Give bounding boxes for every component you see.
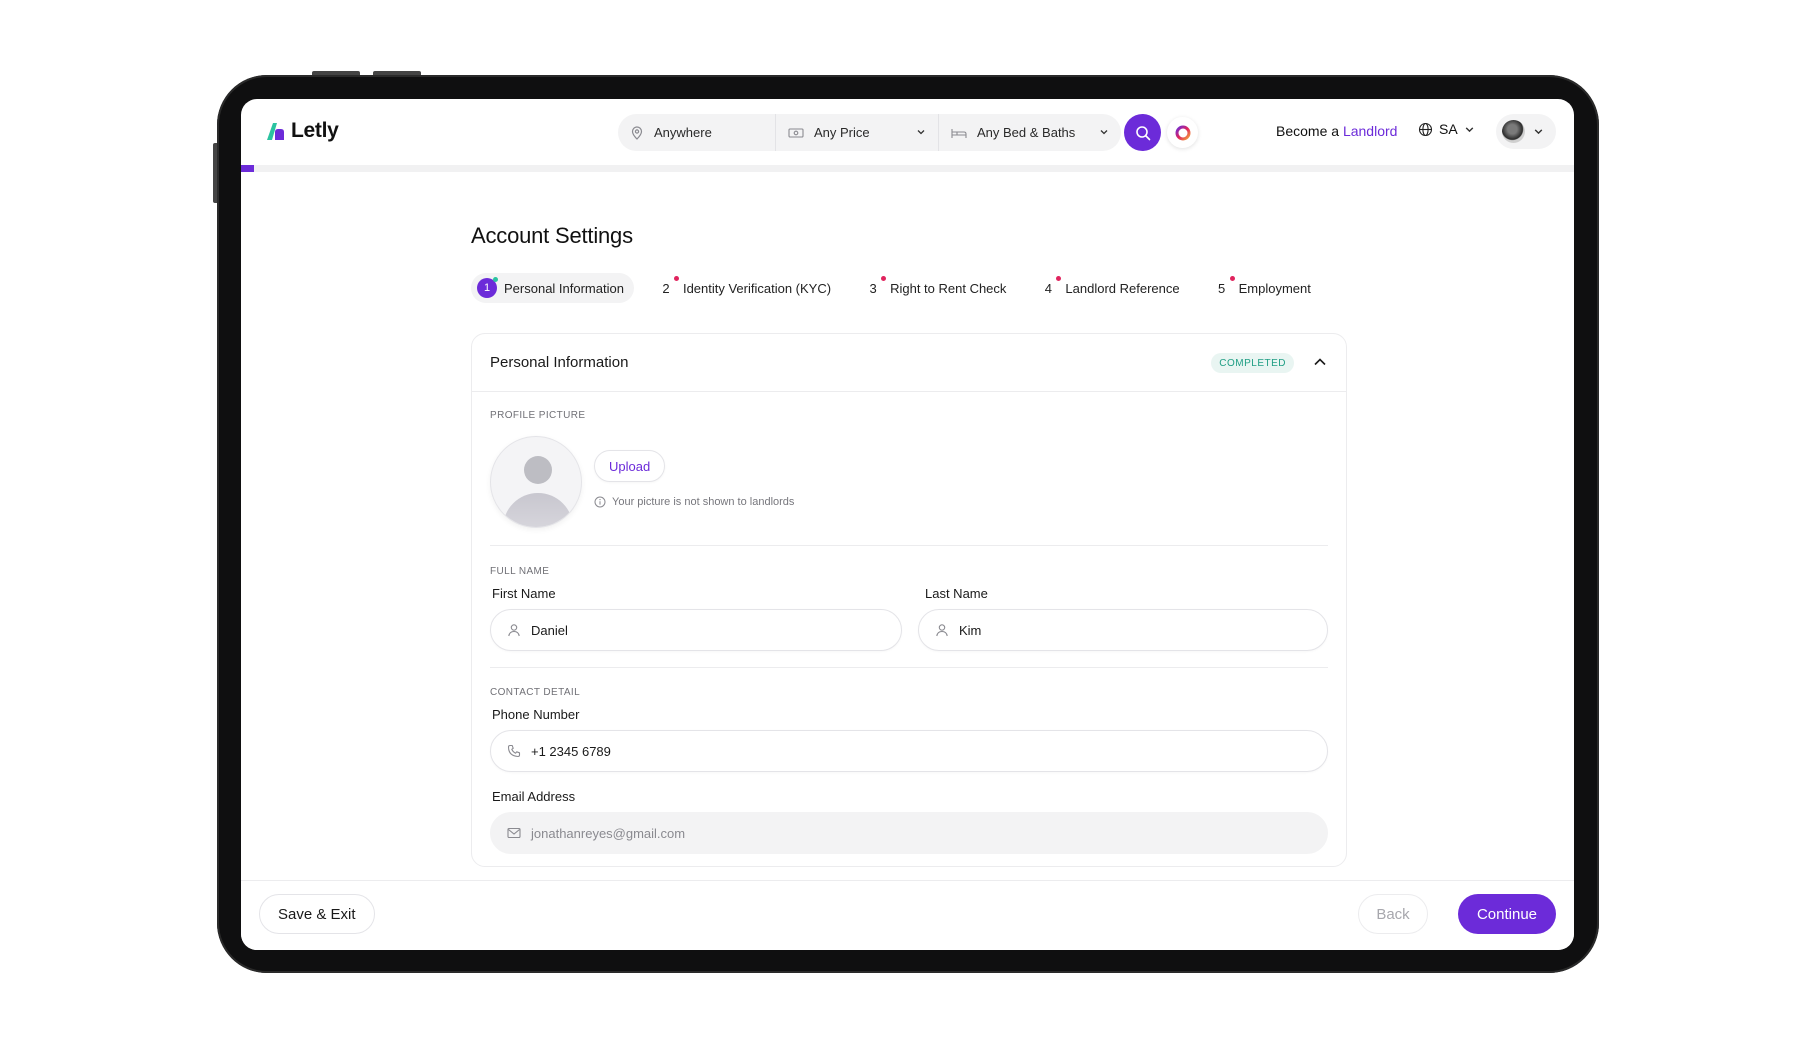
user-icon <box>508 624 520 637</box>
status-dot-pending <box>1056 276 1062 281</box>
phone-field[interactable]: +1 2345 6789 <box>490 730 1328 772</box>
location-label: Anywhere <box>654 125 712 140</box>
divider <box>490 667 1328 668</box>
avatar-head <box>524 456 552 484</box>
language-selector[interactable]: SA <box>1418 121 1475 137</box>
become-landlord-link[interactable]: Become a Landlord <box>1276 123 1397 139</box>
gradient-ring-icon <box>1175 125 1190 140</box>
email-label: Email Address <box>492 789 576 804</box>
last-name-value: Kim <box>959 622 982 638</box>
contact-detail-label: CONTACT DETAIL <box>490 687 581 698</box>
step-number: 4 <box>1038 276 1062 298</box>
progress-fill <box>241 165 254 172</box>
first-name-field[interactable]: Daniel <box>490 609 902 651</box>
save-exit-button[interactable]: Save & Exit <box>259 894 375 934</box>
progress-track <box>241 165 1574 172</box>
step-tab[interactable]: 3 Right to Rent Check <box>857 273 1016 303</box>
user-menu[interactable] <box>1496 114 1556 149</box>
card-header[interactable]: Personal Information COMPLETED <box>472 334 1346 392</box>
mail-icon <box>507 827 521 839</box>
phone-label: Phone Number <box>492 707 580 722</box>
status-dot-pending <box>881 276 887 281</box>
card-title: Personal Information <box>490 354 629 371</box>
step-label: Employment <box>1238 280 1311 296</box>
logo-icon <box>265 120 287 142</box>
globe-icon <box>1418 122 1433 136</box>
language-label: SA <box>1439 121 1458 137</box>
status-dot-pending <box>673 276 679 281</box>
step-label: Identity Verification (KYC) <box>682 280 832 296</box>
price-label: Any Price <box>814 125 870 140</box>
step-tab[interactable]: 6Guara <box>1337 273 1347 303</box>
step-number: 5 <box>1212 276 1235 298</box>
phone-icon <box>507 744 521 758</box>
price-filter[interactable]: Any Price <box>775 114 938 151</box>
status-dot-done <box>493 277 498 282</box>
page-title: Account Settings <box>471 223 633 248</box>
assistant-button[interactable] <box>1167 117 1198 148</box>
bed-bath-label: Any Bed & Baths <box>977 125 1076 140</box>
steps-nav: 1 Personal Information 2 Identity Verificat… <box>471 271 1347 305</box>
top-nav: Letly Anywhere Any Price Any Bed & Baths <box>241 99 1574 165</box>
email-value: jonathanreyes@gmail.com <box>531 825 686 841</box>
search-button[interactable] <box>1124 114 1161 151</box>
logo-text: Letly <box>291 119 339 142</box>
step-number: 3 <box>863 276 887 298</box>
personal-info-card: Personal Information COMPLETED PROFILE P… <box>471 333 1347 867</box>
back-button[interactable]: Back <box>1358 894 1428 934</box>
chevron-down-icon <box>1465 126 1473 132</box>
chevron-down-icon <box>1534 129 1543 135</box>
logo[interactable]: Letly <box>265 119 339 143</box>
step-label: Personal Information <box>504 280 624 296</box>
profile-avatar <box>490 436 582 528</box>
become-prefix: Become a <box>1276 123 1340 139</box>
step-label: Landlord Reference <box>1065 280 1180 296</box>
upload-button[interactable]: Upload <box>594 450 666 482</box>
search-icon <box>1135 125 1150 140</box>
first-name-label: First Name <box>492 586 556 601</box>
avatar <box>1502 120 1525 143</box>
upload-hint-text: Your picture is not shown to landlords <box>612 496 795 508</box>
app-screen: Letly Anywhere Any Price Any Bed & Baths <box>241 99 1574 950</box>
location-filter[interactable]: Anywhere <box>618 114 775 151</box>
step-number: 1 <box>477 277 498 298</box>
phone-value: +1 2345 6789 <box>531 743 611 759</box>
last-name-field[interactable]: Kim <box>918 609 1328 651</box>
upload-hint: Your picture is not shown to landlords <box>594 496 794 508</box>
email-field[interactable]: jonathanreyes@gmail.com <box>490 812 1328 854</box>
chevron-up-icon[interactable] <box>1312 354 1328 370</box>
step-tab[interactable]: 5 Employment <box>1206 273 1321 303</box>
location-pin-icon <box>631 125 643 140</box>
continue-button[interactable]: Continue <box>1458 894 1556 934</box>
profile-picture-label: PROFILE PICTURE <box>490 410 586 421</box>
bed-icon <box>951 128 967 138</box>
status-dot-pending <box>1229 276 1235 281</box>
chevron-down-icon <box>917 130 925 135</box>
step-number: 6 <box>1343 278 1347 298</box>
divider <box>490 545 1328 546</box>
step-number: 2 <box>656 276 679 298</box>
footer-bar: Save & Exit Back Continue <box>241 880 1574 950</box>
step-label: Right to Rent Check <box>890 280 1007 296</box>
first-name-value: Daniel <box>531 622 568 638</box>
search-bar: Anywhere Any Price Any Bed & Baths <box>618 114 1121 151</box>
avatar-body <box>503 493 573 527</box>
step-tab[interactable]: 1 Personal Information <box>471 273 634 303</box>
full-name-label: FULL NAME <box>490 566 550 577</box>
step-tab[interactable]: 4 Landlord Reference <box>1032 273 1189 303</box>
step-tab[interactable]: 2 Identity Verification (KYC) <box>650 273 841 303</box>
user-icon <box>936 624 948 637</box>
money-icon <box>788 127 804 138</box>
become-accent: Landlord <box>1342 123 1398 139</box>
last-name-label: Last Name <box>925 586 988 601</box>
info-icon <box>594 496 606 508</box>
chevron-down-icon <box>1100 130 1108 135</box>
bed-bath-filter[interactable]: Any Bed & Baths <box>938 114 1121 151</box>
status-badge: COMPLETED <box>1211 353 1294 373</box>
